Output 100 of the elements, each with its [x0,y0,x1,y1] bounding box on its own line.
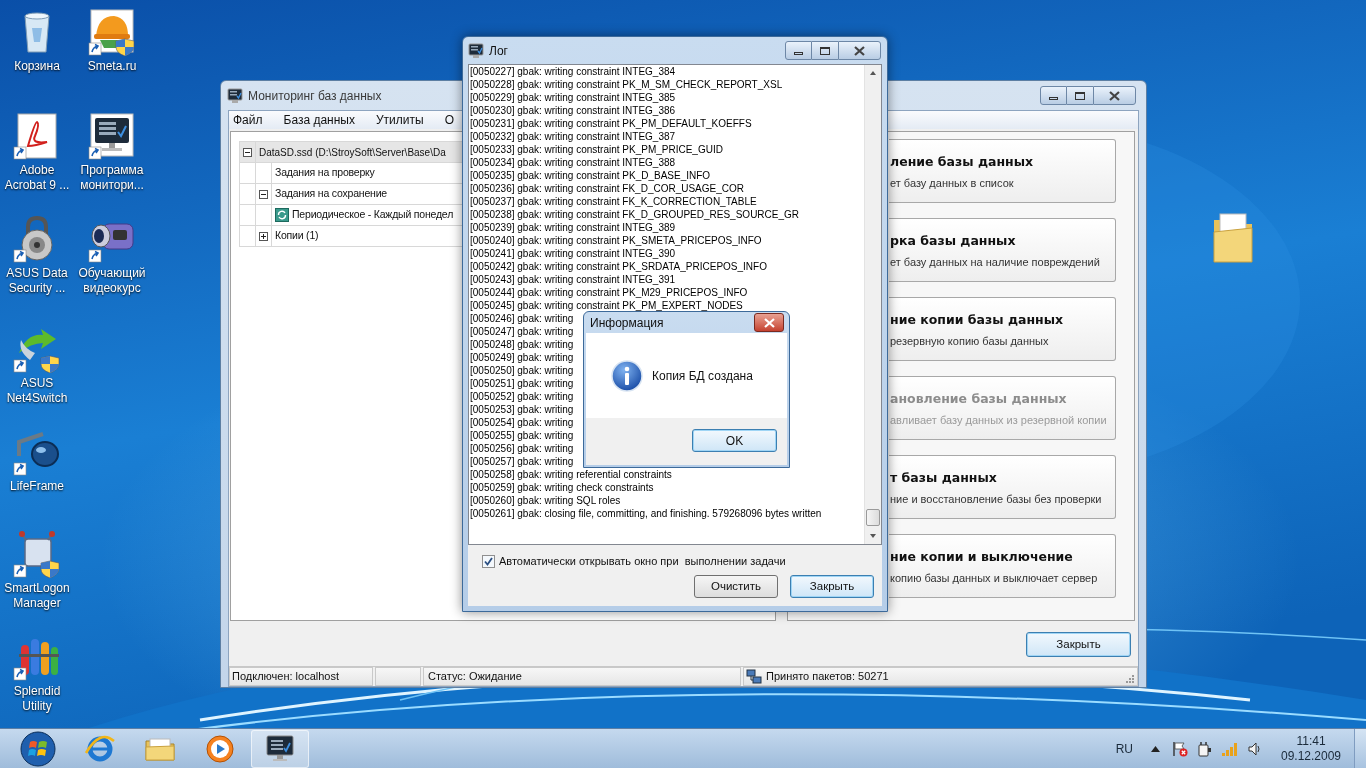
status-field: Подключен: localhost [229,667,373,686]
monitor-icon[interactable] [88,112,136,160]
folder-icon[interactable] [1212,212,1254,264]
log-line: [0050250] gbak: writing [470,364,574,377]
chevron-up-icon[interactable] [1151,745,1160,752]
close-button[interactable]: Закрыть [1026,632,1131,657]
log-line: [0050243] gbak: writing constraint INTEG_391 [470,273,676,286]
app-icon [468,42,484,59]
action-card[interactable]: ние копии и выключение копию базы данных и выключает сервер [889,534,1116,598]
close-icon [763,317,775,328]
log-line: [0050245] gbak: writing constraint PK_PM_EXPERT_NODES [470,299,743,312]
action-card[interactable]: ние копии базы данных резервную копию базы данных [889,297,1116,361]
shortcut-label[interactable]: Корзина [14,59,60,74]
status-field: Статус: Ожидание [423,667,741,686]
collapse-toggle[interactable] [243,147,252,157]
message-text: Копия БД создана [652,367,753,385]
maximize-button[interactable] [812,41,838,60]
action-card[interactable]: рка базы данных ет базу данных на наличие повреждений [889,218,1116,282]
tree-item[interactable]: Задания на сохранение [272,184,387,204]
shortcut-label[interactable]: Smeta.ru [87,59,137,74]
shortcut-label[interactable]: Программа монитори... [74,163,150,193]
window-title: Мониторинг баз данных [248,87,382,105]
clock-date[interactable]: 09.12.2009 [1280,748,1342,764]
menu-item[interactable]: База данных [283,111,355,129]
log-line: [0050254] gbak: writing [470,416,574,429]
log-line: [0050229] gbak: writing constraint INTEG_385 [470,91,676,104]
refresh-icon [275,208,289,222]
log-line: [0050260] gbak: writing SQL roles [470,494,621,507]
shortcut-label[interactable]: ASUS Net4Switch [0,376,75,406]
menu-item[interactable]: О [444,111,454,129]
log-line: [0050249] gbak: writing [470,351,574,364]
menu-item[interactable]: Утилиты [376,111,424,129]
tree-item[interactable]: Периодическое - Каждый понедел [289,205,454,225]
log-line: [0050227] gbak: writing constraint INTEG_384 [470,65,676,78]
log-line: [0050251] gbak: writing [470,377,574,390]
log-line: [0050261] gbak: closing file, committing, and finishing. 579268096 bytes written [470,507,822,520]
log-line: [0050230] gbak: writing constraint INTEG_386 [470,104,676,117]
dialog-button[interactable]: Очистить [694,575,778,598]
tree-item[interactable]: Копии (1) [272,226,319,246]
log-line: [0050252] gbak: writing [470,390,574,403]
log-line: [0050233] gbak: writing constraint PK_PM_PRICE_GUID [470,143,723,156]
log-line: [0050257] gbak: writing [470,455,574,468]
log-line: [0050242] gbak: writing constraint PK_SRDATA_PRICEPOS_INFO [470,260,767,273]
log-line: [0050253] gbak: writing [470,403,574,416]
dialog-button[interactable]: Закрыть [790,575,874,598]
start-button[interactable] [19,729,57,768]
expand-toggle[interactable] [259,231,268,241]
maximize-button[interactable] [1067,86,1093,105]
power-plug-icon[interactable] [1196,740,1212,757]
log-line: [0050248] gbak: writing [470,338,574,351]
log-line: [0050244] gbak: writing constraint PK_M29_PRICEPOS_INFO [470,286,748,299]
close-icon [1109,90,1120,101]
shortcut-label[interactable]: LifeFrame [10,479,64,494]
close-button[interactable] [754,313,784,332]
log-line: [0050240] gbak: writing constraint PK_SMETA_PRICEPOS_INFO [470,234,762,247]
taskbar-button[interactable] [251,729,309,768]
checkbox[interactable] [482,554,495,568]
window-title: Информация [590,314,664,332]
shortcut-label[interactable]: Splendid Utility [0,684,75,714]
shortcut-label[interactable]: ASUS Data Security ... [0,266,75,296]
language-indicator[interactable]: RU [1115,739,1133,758]
log-line: [0050232] gbak: writing constraint INTEG_387 [470,130,676,143]
action-card[interactable]: т базы данных ние и восстановление базы без проверки [889,455,1116,519]
app-icon [227,87,243,104]
ok-button[interactable]: OK [692,429,777,452]
log-line: [0050255] gbak: writing [470,429,574,442]
tree-item[interactable]: Задания на проверку [272,163,375,183]
log-line: [0050235] gbak: writing constraint PK_D_BASE_INFO [470,169,711,182]
close-button[interactable] [838,41,881,60]
robot-icon[interactable] [13,530,61,578]
window-title: Лог [489,42,508,60]
info-icon [611,359,643,392]
tree-item[interactable]: DataSD.ssd (D:\StroySoft\Server\Base\Da [256,142,446,162]
close-icon [854,45,865,56]
log-line: [0050246] gbak: writing [470,312,574,325]
action-card[interactable]: ление базы данных ет базу данных в список [889,139,1116,203]
log-line: [0050239] gbak: writing constraint INTEG_389 [470,221,676,234]
minimize-button[interactable] [785,41,812,60]
log-line: [0050258] gbak: writing referential constraints [470,468,672,481]
shortcut-label[interactable]: SmartLogon Manager [0,581,75,611]
hard-hat-icon[interactable] [88,8,136,56]
collapse-toggle[interactable] [259,189,268,199]
minimize-button[interactable] [1040,86,1067,105]
close-button[interactable] [1093,86,1136,105]
log-line: [0050231] gbak: writing constraint PK_PM_DEFAULT_KOEFFS [470,117,752,130]
menu-item[interactable]: Файл [233,111,263,129]
clock-time[interactable]: 11:41 [1296,733,1326,749]
log-line: [0050247] gbak: writing [470,325,574,338]
log-line: [0050238] gbak: writing constraint FK_D_GROUPED_RES_SOURCE_GR [470,208,800,221]
speaker-icon[interactable] [1248,741,1262,756]
log-line: [0050241] gbak: writing constraint INTEG_390 [470,247,676,260]
log-line: [0050236] gbak: writing constraint FK_D_COR_USAGE_COR [470,182,744,195]
checkbox-label[interactable]: Автоматически открывать окно при выполнении задачи [499,552,786,570]
log-line: [0050228] gbak: writing constraint PK_M_SM_CHECK_REPORT_XSL [470,78,783,91]
log-line: [0050237] gbak: writing constraint FK_K_CORRECTION_TABLE [470,195,757,208]
vertical-scrollbar[interactable] [864,65,881,544]
shortcut-label[interactable]: Обучающий видеокурс [74,266,150,296]
log-line: [0050256] gbak: writing [470,442,574,455]
flag-icon[interactable] [1172,740,1188,757]
shortcut-label[interactable]: Adobe Acrobat 9 ... [0,163,75,193]
